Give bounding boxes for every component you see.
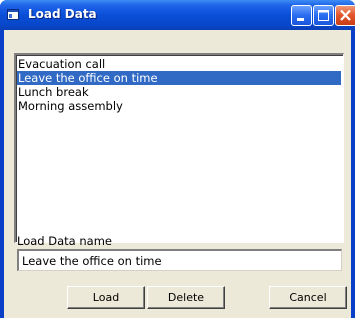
list-item[interactable]: Evacuation call bbox=[17, 57, 341, 71]
minimize-icon bbox=[297, 18, 304, 21]
close-button[interactable] bbox=[335, 5, 355, 26]
window-app-icon bbox=[7, 9, 19, 20]
load-data-dialog: Load Data Evacuation call Leave the offi… bbox=[0, 0, 355, 318]
close-icon bbox=[340, 9, 351, 21]
dialog-body: Evacuation call Leave the office on time… bbox=[4, 30, 351, 318]
saved-data-list[interactable]: Evacuation call Leave the office on time… bbox=[14, 53, 344, 243]
delete-button[interactable]: Delete bbox=[147, 286, 225, 309]
load-button[interactable]: Load bbox=[67, 286, 145, 309]
saved-data-list-items: Evacuation call Leave the office on time… bbox=[17, 57, 341, 113]
list-item[interactable]: Morning assembly bbox=[17, 99, 341, 113]
maximize-button[interactable] bbox=[313, 5, 334, 26]
list-item-selected[interactable]: Leave the office on time bbox=[17, 71, 341, 85]
minimize-button[interactable] bbox=[291, 5, 312, 26]
cancel-button[interactable]: Cancel bbox=[269, 286, 347, 309]
load-data-name-label: Load Data name bbox=[17, 234, 112, 248]
list-item[interactable]: Lunch break bbox=[17, 85, 341, 99]
load-data-name-input[interactable] bbox=[17, 249, 342, 271]
maximize-icon bbox=[318, 10, 329, 21]
window-title: Load Data bbox=[28, 7, 97, 21]
title-bar[interactable]: Load Data bbox=[0, 0, 355, 30]
